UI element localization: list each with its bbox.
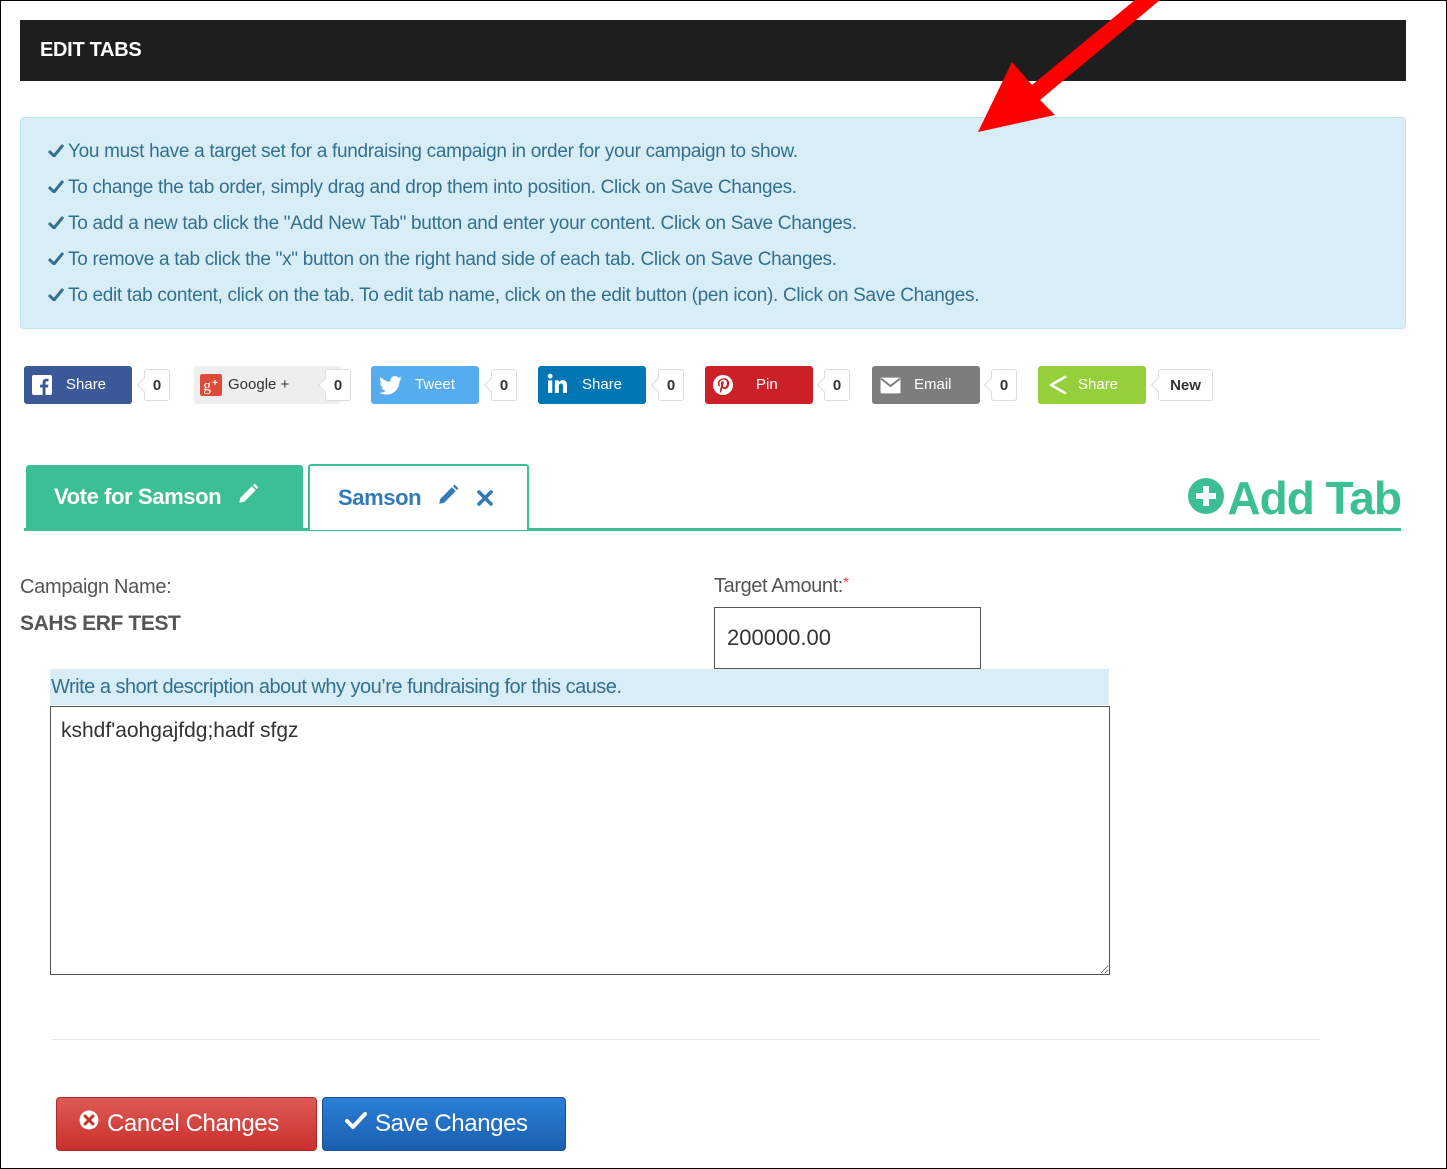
pinterest-pin-label: Pin (756, 376, 778, 393)
tab-label: Samson (338, 485, 422, 510)
info-text: To add a new tab click the "Add New Tab"… (68, 213, 857, 234)
facebook-icon (32, 375, 52, 395)
description-textarea[interactable]: kshdf'aohgajfdg;hadf sfgz (50, 706, 1110, 975)
pinterest-share-count: 0 (824, 369, 850, 401)
info-line: To edit tab content, click on the tab. T… (47, 282, 1405, 318)
info-line: To change the tab order, simply drag and… (47, 174, 1405, 210)
svg-text:g: g (203, 378, 211, 395)
sharethis-share-label: Share (1078, 376, 1119, 393)
facebook-share-label: Share (66, 376, 107, 393)
twitter-tweet-label: Tweet (415, 376, 456, 393)
facebook-share-count: 0 (144, 369, 170, 401)
required-marker: * (842, 575, 849, 592)
campaign-name-label: Campaign Name: (20, 576, 172, 598)
info-line: To add a new tab click the "Add New Tab"… (47, 210, 1405, 246)
google-plus-share-count: 0 (325, 369, 351, 401)
check-icon (345, 1097, 367, 1149)
save-changes-button[interactable]: Save Changes (322, 1097, 566, 1151)
linkedin-share-label: Share (582, 376, 623, 393)
twitter-share-count: 0 (491, 369, 517, 401)
pencil-icon[interactable] (237, 466, 259, 530)
annotation-arrow-icon (978, 0, 1178, 132)
email-share-label: Email (914, 376, 952, 393)
info-text: To change the tab order, simply drag and… (68, 177, 797, 198)
pinterest-pin-button[interactable]: Pin (705, 366, 813, 404)
divider (52, 1039, 1320, 1040)
check-icon (47, 246, 68, 274)
cancel-changes-label: Cancel Changes (107, 1110, 279, 1137)
cancel-changes-button[interactable]: Cancel Changes (56, 1097, 317, 1151)
google-plus-share-label: Google + (228, 376, 290, 393)
linkedin-share-count: 0 (658, 369, 684, 401)
check-icon (47, 282, 68, 310)
sharethis-share-button[interactable]: Share (1038, 366, 1146, 404)
check-icon (47, 210, 68, 238)
tab-label: Vote for Samson (54, 484, 222, 509)
target-amount-label-text: Target Amount: (714, 575, 843, 597)
campaign-name-value: SAHS ERF TEST (20, 612, 181, 635)
info-text: To edit tab content, click on the tab. T… (68, 285, 980, 306)
info-line: To remove a tab click the "x" button on … (47, 246, 1405, 282)
facebook-share-button[interactable]: Share (24, 366, 132, 404)
pinterest-icon (713, 375, 733, 395)
description-hint: Write a short description about why you’… (50, 669, 1109, 705)
linkedin-icon (547, 373, 567, 393)
target-amount-input[interactable] (714, 607, 981, 669)
times-circle-icon (79, 1097, 99, 1149)
share-icon (1049, 375, 1067, 395)
pencil-icon[interactable] (437, 467, 459, 531)
twitter-icon (379, 376, 402, 395)
twitter-tweet-button[interactable]: Tweet (371, 366, 479, 404)
tab-samson[interactable]: Samson (308, 464, 529, 530)
plus-circle-icon (1187, 471, 1225, 527)
check-icon (47, 138, 68, 166)
save-changes-label: Save Changes (375, 1110, 528, 1137)
check-icon (47, 174, 68, 202)
email-share-count: 0 (991, 369, 1017, 401)
add-tab-button[interactable]: Add Tab (1187, 470, 1402, 530)
tab-vote-for-samson[interactable]: Vote for Samson (26, 465, 303, 529)
close-icon[interactable] (476, 467, 493, 531)
target-amount-label: Target Amount:* (714, 575, 849, 598)
google-plus-icon: g + (200, 374, 222, 396)
email-icon (880, 377, 901, 394)
sharethis-share-count: New (1158, 369, 1213, 401)
email-share-button[interactable]: Email (872, 366, 980, 404)
info-line: You must have a target set for a fundrai… (47, 138, 1405, 174)
svg-text:+: + (212, 378, 218, 389)
info-text: To remove a tab click the "x" button on … (68, 249, 837, 270)
linkedin-share-button[interactable]: Share (538, 366, 646, 404)
add-tab-label: Add Tab (1227, 472, 1402, 524)
info-text: You must have a target set for a fundrai… (68, 141, 798, 162)
